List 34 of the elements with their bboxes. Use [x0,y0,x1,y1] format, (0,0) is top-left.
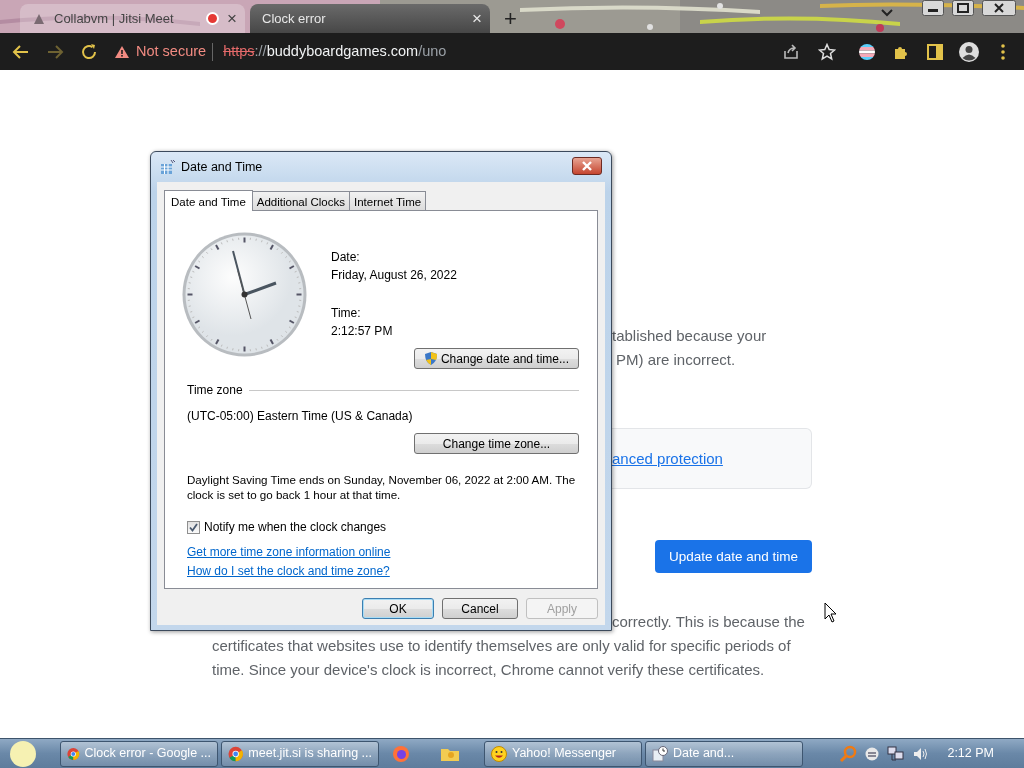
advanced-link[interactable]: anced protection [612,446,723,471]
dst-note: Daylight Saving Time ends on Sunday, November 06, 2022 at 2:00 AM. The clock is set to go back 1 hour at that time. [187,472,577,502]
checkbox-label: Notify me when the clock changes [204,519,387,536]
new-tab-button[interactable]: + [498,8,523,30]
dialog-button[interactable]: OK [362,598,434,619]
help-link[interactable]: Get more time zone information online [187,543,391,562]
url-text: https://buddyboardgames.com/uno [223,41,447,61]
text-line: correctly. This is because the [612,612,805,632]
tab[interactable]: Additional Clocks [251,191,350,210]
date-value: Friday, August 26, 2022 [331,267,458,284]
browser-tab[interactable]: Clock error × [250,4,490,33]
dialog-button[interactable]: Cancel [442,598,518,619]
section-heading: Time zone [187,382,243,399]
browser-tab[interactable]: Collabvm | Jitsi Meet × [20,4,245,33]
time-value: 2:12:57 PM [331,323,394,340]
tab[interactable]: Internet Time [349,191,427,210]
field-label: Date: [331,249,361,266]
close-tab-button[interactable]: × [227,10,237,27]
change-time-zone-button[interactable]: Change time zone... [414,433,579,454]
time-zone-value: (UTC-05:00) Eastern Time (US & Canada) [187,408,414,425]
close-tab-button[interactable]: × [472,10,482,27]
security-label[interactable]: Not secure [136,40,207,63]
tab[interactable]: Date and Time [164,190,253,211]
window-title: Date and Time [181,158,264,176]
field-label: Time: [331,305,362,322]
help-link[interactable]: How do I set the clock and time zone? [187,562,390,581]
text-line: PM) are incorrect. [616,350,736,370]
text-line: tablished because your [612,326,767,346]
change-date-time-button[interactable]: Change date and time... [414,348,579,369]
update-date-time-button[interactable]: Update date and time [655,540,812,573]
tab-title: Collabvm | Jitsi Meet [54,9,175,28]
clock-text[interactable]: 2:12 PM [947,744,994,763]
paragraph: certificates that websites use to identify themselves are only valid for specific periods of time. Since your device's clock is incorrect, Chrome cannot verify these certificates. [212,636,792,680]
tab-title: Clock error [262,9,327,28]
